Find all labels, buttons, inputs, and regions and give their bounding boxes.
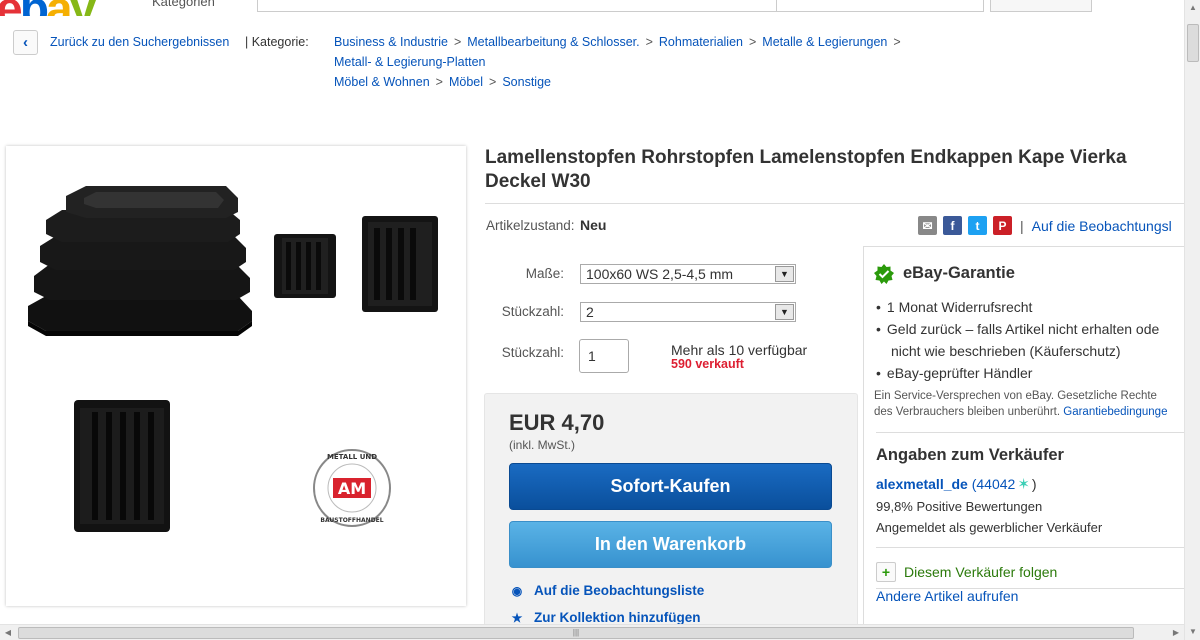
- breadcrumb-separator: >: [489, 75, 497, 89]
- logo-text-bottom: BAUSTOFFHANDEL: [320, 517, 383, 524]
- email-icon[interactable]: ✉: [918, 216, 937, 235]
- seller-type: Angemeldet als gewerblicher Verkäufer: [876, 520, 1103, 535]
- chevron-left-icon: ‹: [23, 34, 28, 51]
- scroll-down-icon[interactable]: ▼: [1185, 624, 1200, 640]
- condition-value: Neu: [580, 217, 607, 233]
- breadcrumb-separator: >: [748, 35, 757, 49]
- list-item: eBay-geprüfter Händler: [876, 362, 1159, 384]
- small-end-cap-image: [274, 234, 336, 298]
- scroll-up-icon[interactable]: ▲: [1185, 0, 1200, 16]
- eye-icon: ◉: [511, 583, 523, 598]
- checkmark-badge-icon: [874, 264, 894, 284]
- price: EUR 4,70: [509, 410, 605, 435]
- add-to-collection-link[interactable]: ★ Zur Kollektion hinzufügen: [510, 610, 701, 625]
- breadcrumb-item[interactable]: Metall- & Legierung-Platten: [334, 55, 485, 69]
- category-label: | Kategorie:: [245, 35, 309, 49]
- search-button[interactable]: [990, 0, 1092, 12]
- watchlist-link-top[interactable]: Auf die Beobachtungsl: [1032, 218, 1172, 234]
- back-button[interactable]: ‹: [13, 30, 38, 55]
- other-items-link[interactable]: Andere Artikel aufrufen: [876, 588, 1018, 604]
- scroll-left-icon[interactable]: ◀: [0, 625, 16, 640]
- guarantee-title: eBay-Garantie: [903, 264, 1015, 282]
- tall-end-cap-image: [74, 400, 170, 532]
- vat-note: (inkl. MwSt.): [509, 438, 575, 452]
- divider: [876, 547, 1186, 548]
- add-to-cart-button[interactable]: In den Warenkorb: [509, 521, 832, 568]
- quantity-input[interactable]: 1: [579, 339, 629, 373]
- seller-logo: METALL UND AM BAUSTOFFHANDEL: [313, 449, 391, 527]
- divider: [876, 432, 1186, 433]
- seller-line: alexmetall_de (44042 ✶): [876, 475, 1037, 493]
- guarantee-list: 1 Monat Widerrufsrecht Geld zurück – fal…: [876, 296, 1159, 384]
- sold-count[interactable]: 590 verkauft: [671, 357, 744, 371]
- size-label: Maße:: [525, 266, 564, 281]
- divider: [485, 203, 1185, 204]
- chevron-down-icon[interactable]: ▼: [775, 304, 794, 320]
- product-image[interactable]: METALL UND AM BAUSTOFFHANDEL: [6, 146, 466, 606]
- breadcrumb-separator: >: [645, 35, 653, 49]
- size-select[interactable]: 100x60 WS 2,5-4,5 mm ▼: [580, 264, 796, 284]
- quantity-label: Stückzahl:: [501, 345, 564, 360]
- breadcrumb-item[interactable]: Business & Industrie: [334, 35, 448, 49]
- share-separator: |: [1020, 217, 1024, 234]
- list-item: Geld zurück – falls Artikel nicht erhalt…: [876, 318, 1159, 340]
- star-icon: ★: [511, 610, 523, 625]
- twitter-icon[interactable]: t: [968, 216, 987, 235]
- size-select-value: 100x60 WS 2,5-4,5 mm: [586, 266, 734, 282]
- add-to-watchlist-link[interactable]: ◉ Auf die Beobachtungsliste: [510, 583, 705, 598]
- guarantee-terms-link[interactable]: Garantiebedingunge: [1063, 406, 1167, 418]
- list-item: 1 Monat Widerrufsrecht: [876, 296, 1159, 318]
- plus-icon: +: [876, 562, 896, 582]
- feedback-score-close: ): [1031, 476, 1037, 492]
- breadcrumb-item[interactable]: Metalle & Legierungen: [762, 35, 887, 49]
- count-label: Stückzahl:: [501, 304, 564, 319]
- share-bar: ✉ f t P | Auf die Beobachtungsl: [918, 216, 1172, 235]
- count-select[interactable]: 2 ▼: [580, 302, 796, 322]
- product-photo: METALL UND AM BAUSTOFFHANDEL: [28, 186, 438, 532]
- pinterest-icon[interactable]: P: [993, 216, 1012, 235]
- site-header: ebay Kategorien: [0, 0, 1184, 16]
- large-end-cap-image: [28, 186, 252, 336]
- logo-text-top: METALL UND: [327, 453, 377, 461]
- ebay-logo[interactable]: ebay: [0, 0, 96, 16]
- positive-feedback: 99,8% Positive Bewertungen: [876, 499, 1043, 514]
- search-input[interactable]: [257, 0, 777, 12]
- scrollbar-thumb[interactable]: [1187, 24, 1199, 62]
- breadcrumb-item[interactable]: Sonstige: [502, 75, 551, 89]
- back-to-results-link[interactable]: Zurück zu den Suchergebnissen: [50, 35, 229, 49]
- breadcrumb-item[interactable]: Möbel: [449, 75, 483, 89]
- seller-info-title: Angaben zum Verkäufer: [876, 446, 1064, 464]
- star-icon: ✶: [1017, 476, 1030, 493]
- buy-now-button[interactable]: Sofort-Kaufen: [509, 463, 832, 510]
- guarantee-note: Ein Service-Versprechen von eBay. Gesetz…: [874, 390, 1168, 418]
- chevron-down-icon[interactable]: ▼: [775, 266, 794, 282]
- seller-name-link[interactable]: alexmetall_de: [876, 476, 968, 492]
- breadcrumb-item[interactable]: Rohmaterialien: [659, 35, 743, 49]
- condition-label: Artikelzustand:: [486, 218, 575, 233]
- categories-menu[interactable]: Kategorien: [152, 0, 215, 9]
- follow-seller-button[interactable]: + Diesem Verkäufer folgen: [876, 562, 1057, 582]
- count-select-value: 2: [586, 304, 594, 320]
- breadcrumb: Business & Industrie > Metallbearbeitung &…: [334, 35, 907, 49]
- breadcrumb-separator: >: [893, 35, 901, 49]
- breadcrumb: Metall- & Legierung-Platten: [334, 55, 485, 69]
- list-item: nicht wie beschrieben (Käuferschutz): [891, 343, 1121, 359]
- availability-text: Mehr als 10 verfügbar: [671, 342, 808, 358]
- item-title: Lamellenstopfen Rohrstopfen Lamelenstopf…: [485, 147, 1127, 192]
- breadcrumb-separator: >: [453, 35, 462, 49]
- breadcrumb-separator: >: [435, 75, 443, 89]
- scroll-right-icon[interactable]: ▶: [1168, 625, 1184, 640]
- scrollbar-thumb[interactable]: |||: [18, 627, 1134, 639]
- breadcrumb-item[interactable]: Möbel & Wohnen: [334, 75, 430, 89]
- small-end-cap-image: [362, 216, 438, 312]
- search-category-select[interactable]: [776, 0, 984, 12]
- facebook-icon[interactable]: f: [943, 216, 962, 235]
- horizontal-scrollbar[interactable]: ◀ ||| ▶: [0, 624, 1184, 640]
- breadcrumb-item[interactable]: Metallbearbeitung & Schlosser.: [467, 35, 639, 49]
- breadcrumb: Möbel & Wohnen > Möbel > Sonstige: [334, 75, 551, 89]
- vertical-scrollbar[interactable]: ▲ ▼: [1184, 0, 1200, 640]
- feedback-score-link[interactable]: (44042: [972, 476, 1016, 492]
- logo-text-mid: AM: [338, 479, 366, 498]
